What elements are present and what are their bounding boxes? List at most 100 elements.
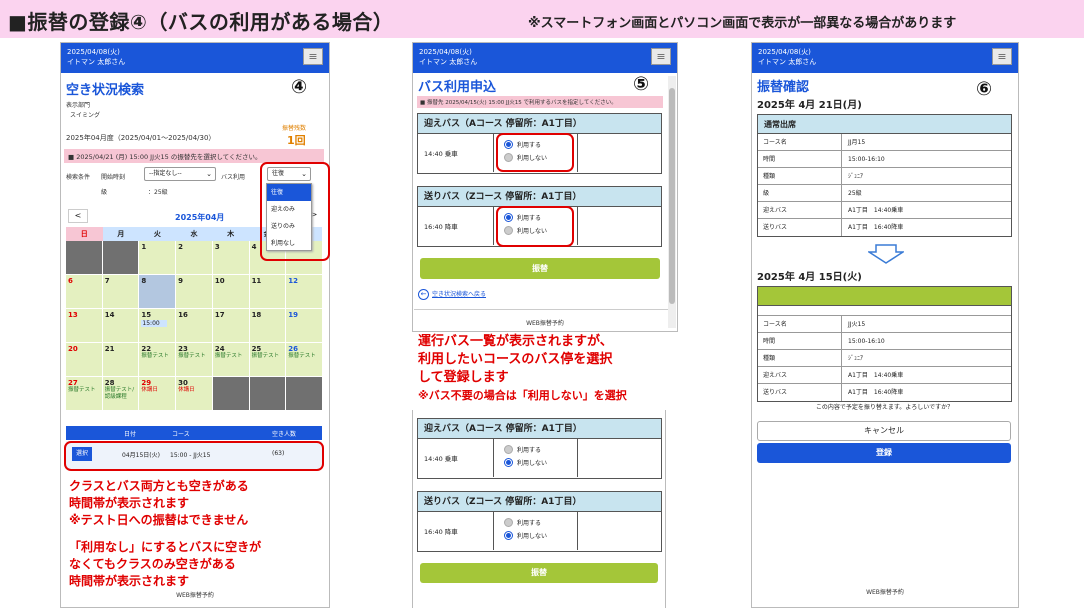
- results-header: 日付 コース 空き人数: [66, 426, 322, 440]
- confirm-key: 種類: [758, 168, 842, 184]
- dropoff-notuse-option[interactable]: 利用しない: [504, 529, 577, 542]
- menu-icon[interactable]: ≡: [651, 48, 671, 65]
- from-table-header: 通常出席: [758, 115, 1011, 134]
- start-time-select[interactable]: --指定なし-- ⌄: [144, 167, 216, 181]
- confirm-value: A1丁目 16:40降車: [848, 389, 904, 396]
- calendar-day[interactable]: 8: [139, 275, 176, 308]
- dept-value: スイミング: [70, 112, 101, 119]
- dropoff-notuse-label: 利用しない: [517, 533, 548, 540]
- day-event: 振替テスト: [251, 353, 280, 359]
- day-event: 振替テスト: [214, 353, 243, 359]
- pickup-time: 14:40 乗車: [418, 134, 494, 172]
- day-number: 16: [178, 311, 188, 319]
- calendar-day[interactable]: 6: [66, 275, 102, 308]
- calendar-day[interactable]: 14: [102, 309, 139, 342]
- cancel-button[interactable]: キャンセル: [757, 421, 1011, 441]
- weekday-header: 火: [139, 227, 176, 241]
- calendar-day: [286, 377, 322, 410]
- menu-icon[interactable]: ≡: [303, 48, 323, 65]
- calendar-day[interactable]: 7: [102, 275, 139, 308]
- calendar-day[interactable]: 25 振替テスト: [249, 343, 286, 376]
- radio-icon[interactable]: [504, 445, 513, 454]
- calendar-day[interactable]: 23 振替テスト: [176, 343, 212, 376]
- calendar-day[interactable]: 15 15:00: [139, 309, 176, 342]
- transfer-prompt: ■ 2025/04/21 (月) 15:00 JJ火15 の振替先を選択してくだ…: [64, 149, 324, 163]
- calendar-day[interactable]: 29 休講日: [139, 377, 176, 410]
- header-user: イトマン 太郎さん: [419, 58, 478, 66]
- day-number: 28: [104, 379, 115, 387]
- calendar-day[interactable]: 16: [176, 309, 212, 342]
- start-time-value: --指定なし--: [149, 170, 182, 177]
- calendar-day[interactable]: 18: [249, 309, 286, 342]
- header-user: イトマン 太郎さん: [758, 58, 817, 66]
- day-event: 振替テスト: [141, 353, 169, 359]
- confirm-key: コース名: [758, 134, 842, 150]
- calendar-day[interactable]: 10: [212, 275, 249, 308]
- transfer-button[interactable]: 振替: [420, 258, 660, 279]
- grade-value: ：25級: [148, 189, 168, 196]
- confirm-key: 時間: [758, 151, 842, 167]
- calendar-day[interactable]: 27 振替テスト: [66, 377, 102, 410]
- calendar-day[interactable]: 28 振替テスト/ 認級課程: [102, 377, 139, 410]
- calendar-day[interactable]: 20: [66, 343, 102, 376]
- annotation-mid-line: 利用したいコースのバス停を選択: [418, 352, 613, 367]
- month-prev-button[interactable]: <: [68, 209, 88, 223]
- scrollbar[interactable]: [668, 76, 676, 328]
- transfer-button[interactable]: 振替: [420, 563, 658, 583]
- back-link[interactable]: ← 空き状況検索へ戻る: [418, 289, 486, 300]
- calendar-day: [249, 377, 286, 410]
- calendar-day[interactable]: 1: [139, 241, 176, 274]
- confirm-value: 15:00-16:10: [848, 338, 885, 345]
- scrollbar-thumb[interactable]: [669, 88, 675, 304]
- day-number: 8: [141, 277, 147, 285]
- confirm-value: A1丁目 14:40乗車: [848, 207, 904, 214]
- calendar-day[interactable]: 13: [66, 309, 102, 342]
- pickup-use-option[interactable]: 利用する: [504, 443, 577, 456]
- calendar-day[interactable]: 19: [286, 309, 322, 342]
- calendar-day[interactable]: 12: [286, 275, 322, 308]
- pickup-notuse-option[interactable]: 利用しない: [504, 456, 577, 469]
- start-time-label: 開始時刻: [101, 174, 126, 181]
- dropoff-use-option[interactable]: 利用する: [504, 516, 577, 529]
- calendar-day[interactable]: 3: [212, 241, 249, 274]
- radio-selected-icon[interactable]: [504, 531, 513, 540]
- calendar-day[interactable]: 2: [176, 241, 212, 274]
- annotation-left-line: [69, 529, 261, 539]
- confirm-row: 種類 ｼﾞｭﾆｱ: [758, 168, 1011, 185]
- calendar-day[interactable]: 30 休講日: [176, 377, 212, 410]
- confirm-value: JJ月15: [848, 139, 866, 146]
- day-number: 9: [178, 277, 184, 285]
- calendar-day[interactable]: 21: [102, 343, 139, 376]
- register-button[interactable]: 登録: [757, 443, 1011, 463]
- pickup-bus-header: 迎えバス（Aコース 停留所：A1丁目）: [418, 419, 661, 439]
- pickup-bus-section-none: 迎えバス（Aコース 停留所：A1丁目） 14:40 乗車 利用する 利用しない: [417, 418, 662, 479]
- dropoff-use-label: 利用する: [517, 520, 542, 527]
- calendar-day[interactable]: 22 振替テスト: [139, 343, 176, 376]
- calendar-day[interactable]: 11: [249, 275, 286, 308]
- calendar-day[interactable]: 17: [212, 309, 249, 342]
- day-number: 2: [178, 243, 184, 251]
- annotation-left: クラスとバス両方とも空きがある 時間帯が表示されます ※テスト日への振替はできま…: [69, 478, 261, 590]
- confirm-row: 種類 ｼﾞｭﾆｱ: [758, 350, 1011, 367]
- bus-prompt: ■ 振替先 2025/04/15(火) 15:00 JJ火15 で利用するバスを…: [417, 96, 663, 108]
- radio-icon[interactable]: [504, 518, 513, 527]
- header-date: 2025/04/08(火): [419, 48, 472, 56]
- annotation-mid-line: して登録します: [418, 370, 509, 385]
- menu-icon[interactable]: ≡: [992, 48, 1012, 65]
- weekday-header: 水: [175, 227, 213, 241]
- calendar-day[interactable]: 26 振替テスト: [286, 343, 322, 376]
- day-number: 10: [214, 277, 225, 285]
- day-number: 29: [141, 379, 152, 387]
- dropoff-bus-header: 送りバス（Zコース 停留所：A1丁目）: [418, 492, 661, 512]
- day-event: 休講日: [178, 387, 195, 393]
- radio-selected-icon[interactable]: [504, 458, 513, 467]
- day-number: 15: [141, 311, 152, 319]
- step-5: ⑤: [633, 73, 650, 95]
- calendar-day[interactable]: 24 振替テスト: [212, 343, 249, 376]
- header-date: 2025/04/08(火): [758, 48, 811, 56]
- calendar-day[interactable]: 9: [176, 275, 212, 308]
- bus-label: バス利用: [221, 174, 246, 181]
- day-number: 13: [68, 311, 78, 319]
- day-number: 21: [104, 345, 115, 353]
- confirm-row: 迎えバス A1丁目 14:40乗車: [758, 367, 1011, 384]
